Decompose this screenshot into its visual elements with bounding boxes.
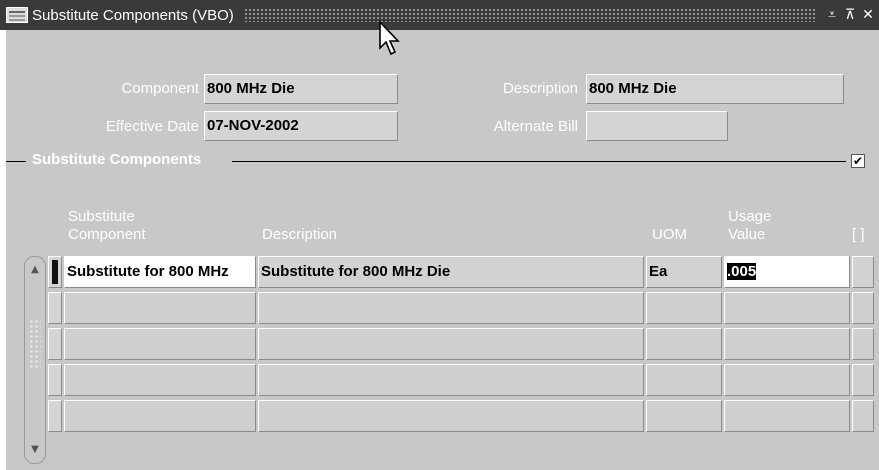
dff-cell[interactable] — [852, 292, 874, 324]
title-bar: Substitute Components (VBO) ⩡ ⊼ ✕ — [0, 0, 879, 30]
scroll-thumb[interactable] — [29, 319, 41, 369]
substitute-component-cell[interactable] — [64, 400, 256, 432]
effective-date-label: Effective Date — [105, 118, 199, 135]
current-record-indicator[interactable] — [48, 256, 62, 288]
record-indicator[interactable] — [48, 292, 62, 324]
description-cell[interactable] — [258, 292, 644, 324]
uom-cell[interactable] — [646, 328, 722, 360]
table-row — [48, 290, 879, 326]
usage-value-cell[interactable]: .005 — [724, 256, 850, 288]
scroll-down-icon[interactable]: ▼ — [28, 443, 42, 457]
alternate-bill-field[interactable] — [586, 111, 728, 141]
description-cell[interactable] — [258, 400, 644, 432]
usage-value-cell[interactable] — [724, 400, 850, 432]
vertical-scrollbar[interactable]: ▲ ▼ — [24, 256, 46, 464]
column-header-substitute-line2: Component — [68, 226, 146, 243]
description-label: Description — [502, 80, 578, 97]
description-cell[interactable] — [258, 364, 644, 396]
usage-value-text: .005 — [727, 263, 757, 280]
column-header-substitute: Substitute Component — [68, 208, 146, 244]
usage-value-cell[interactable] — [724, 292, 850, 324]
maximize-icon[interactable]: ⊼ — [843, 7, 857, 23]
region-checkbox[interactable]: ✔ — [851, 154, 865, 168]
component-field[interactable]: 800 MHz Die — [204, 74, 398, 104]
oracle-app-icon[interactable] — [6, 7, 28, 23]
effective-date-field[interactable]: 07-NOV-2002 — [204, 111, 398, 141]
usage-value-cell[interactable] — [724, 328, 850, 360]
mouse-pointer-icon — [379, 20, 400, 56]
close-icon[interactable]: ✕ — [861, 7, 875, 23]
dff-cell[interactable] — [852, 328, 874, 360]
record-indicator[interactable] — [48, 328, 62, 360]
substitute-component-cell[interactable] — [64, 292, 256, 324]
scroll-up-icon[interactable]: ▲ — [28, 263, 42, 277]
minimize-icon[interactable]: ⩡ — [825, 7, 839, 23]
uom-cell[interactable] — [646, 364, 722, 396]
region-title: Substitute Components — [30, 151, 204, 168]
region-divider-left — [6, 161, 26, 162]
substitute-component-cell[interactable] — [64, 364, 256, 396]
record-indicator[interactable] — [48, 364, 62, 396]
component-label: Component — [121, 80, 199, 97]
uom-cell[interactable]: Ea — [646, 256, 722, 288]
table-row: Substitute for 800 MHz Substitute for 80… — [48, 254, 879, 290]
column-header-uom: UOM — [652, 226, 687, 243]
description-cell[interactable] — [258, 328, 644, 360]
alternate-bill-label: Alternate Bill — [493, 118, 578, 135]
description-field[interactable]: 800 MHz Die — [586, 74, 844, 104]
table-row — [48, 398, 879, 434]
uom-cell[interactable] — [646, 400, 722, 432]
substitute-component-cell[interactable]: Substitute for 800 MHz — [64, 256, 256, 288]
dff-cell[interactable] — [852, 364, 874, 396]
table-row — [48, 362, 879, 398]
region-divider-right — [232, 161, 846, 162]
title-bar-drag-area[interactable] — [243, 8, 817, 22]
column-header-description: Description — [262, 226, 338, 243]
column-header-usage-line2: Value — [728, 226, 766, 243]
usage-value-cell[interactable] — [724, 364, 850, 396]
window-title: Substitute Components (VBO) — [32, 6, 234, 24]
uom-cell[interactable] — [646, 292, 722, 324]
description-cell[interactable]: Substitute for 800 MHz Die — [258, 256, 644, 288]
table-row — [48, 326, 879, 362]
column-header-dff[interactable]: [ ] — [852, 226, 865, 244]
form-window: Component 800 MHz Die Description 800 MH… — [6, 30, 879, 470]
column-header-usage-value: Usage Value — [728, 208, 771, 244]
column-header-usage-line1: Usage — [728, 208, 772, 225]
record-indicator[interactable] — [48, 400, 62, 432]
dff-cell[interactable] — [852, 400, 874, 432]
substitute-component-cell[interactable] — [64, 328, 256, 360]
dff-cell[interactable] — [852, 256, 874, 288]
column-header-substitute-line1: Substitute — [68, 208, 135, 225]
